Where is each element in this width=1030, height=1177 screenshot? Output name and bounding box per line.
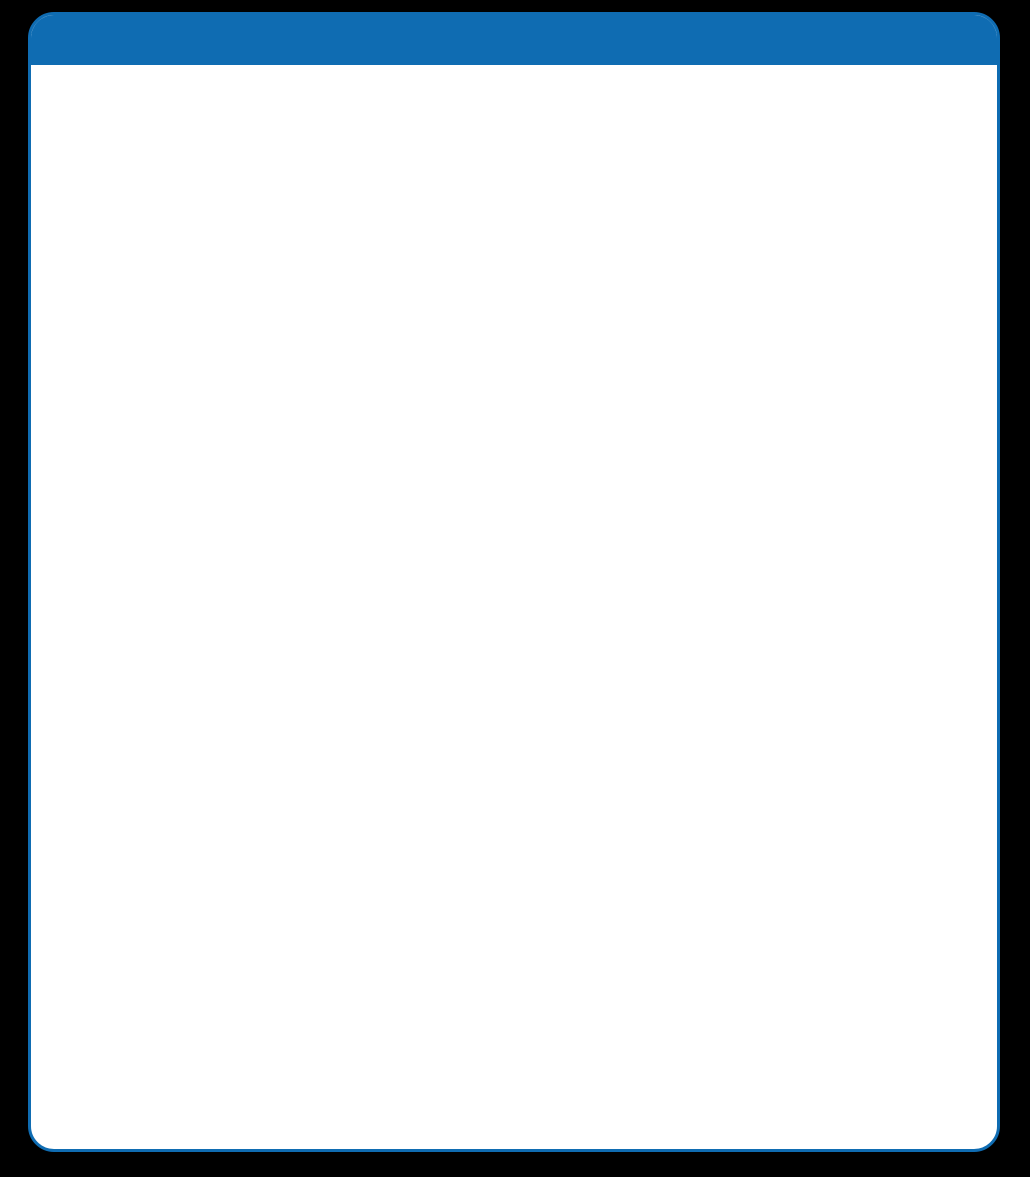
workflow-panel — [28, 12, 1000, 1152]
panel-header — [31, 15, 997, 65]
footnote — [67, 1057, 971, 1117]
